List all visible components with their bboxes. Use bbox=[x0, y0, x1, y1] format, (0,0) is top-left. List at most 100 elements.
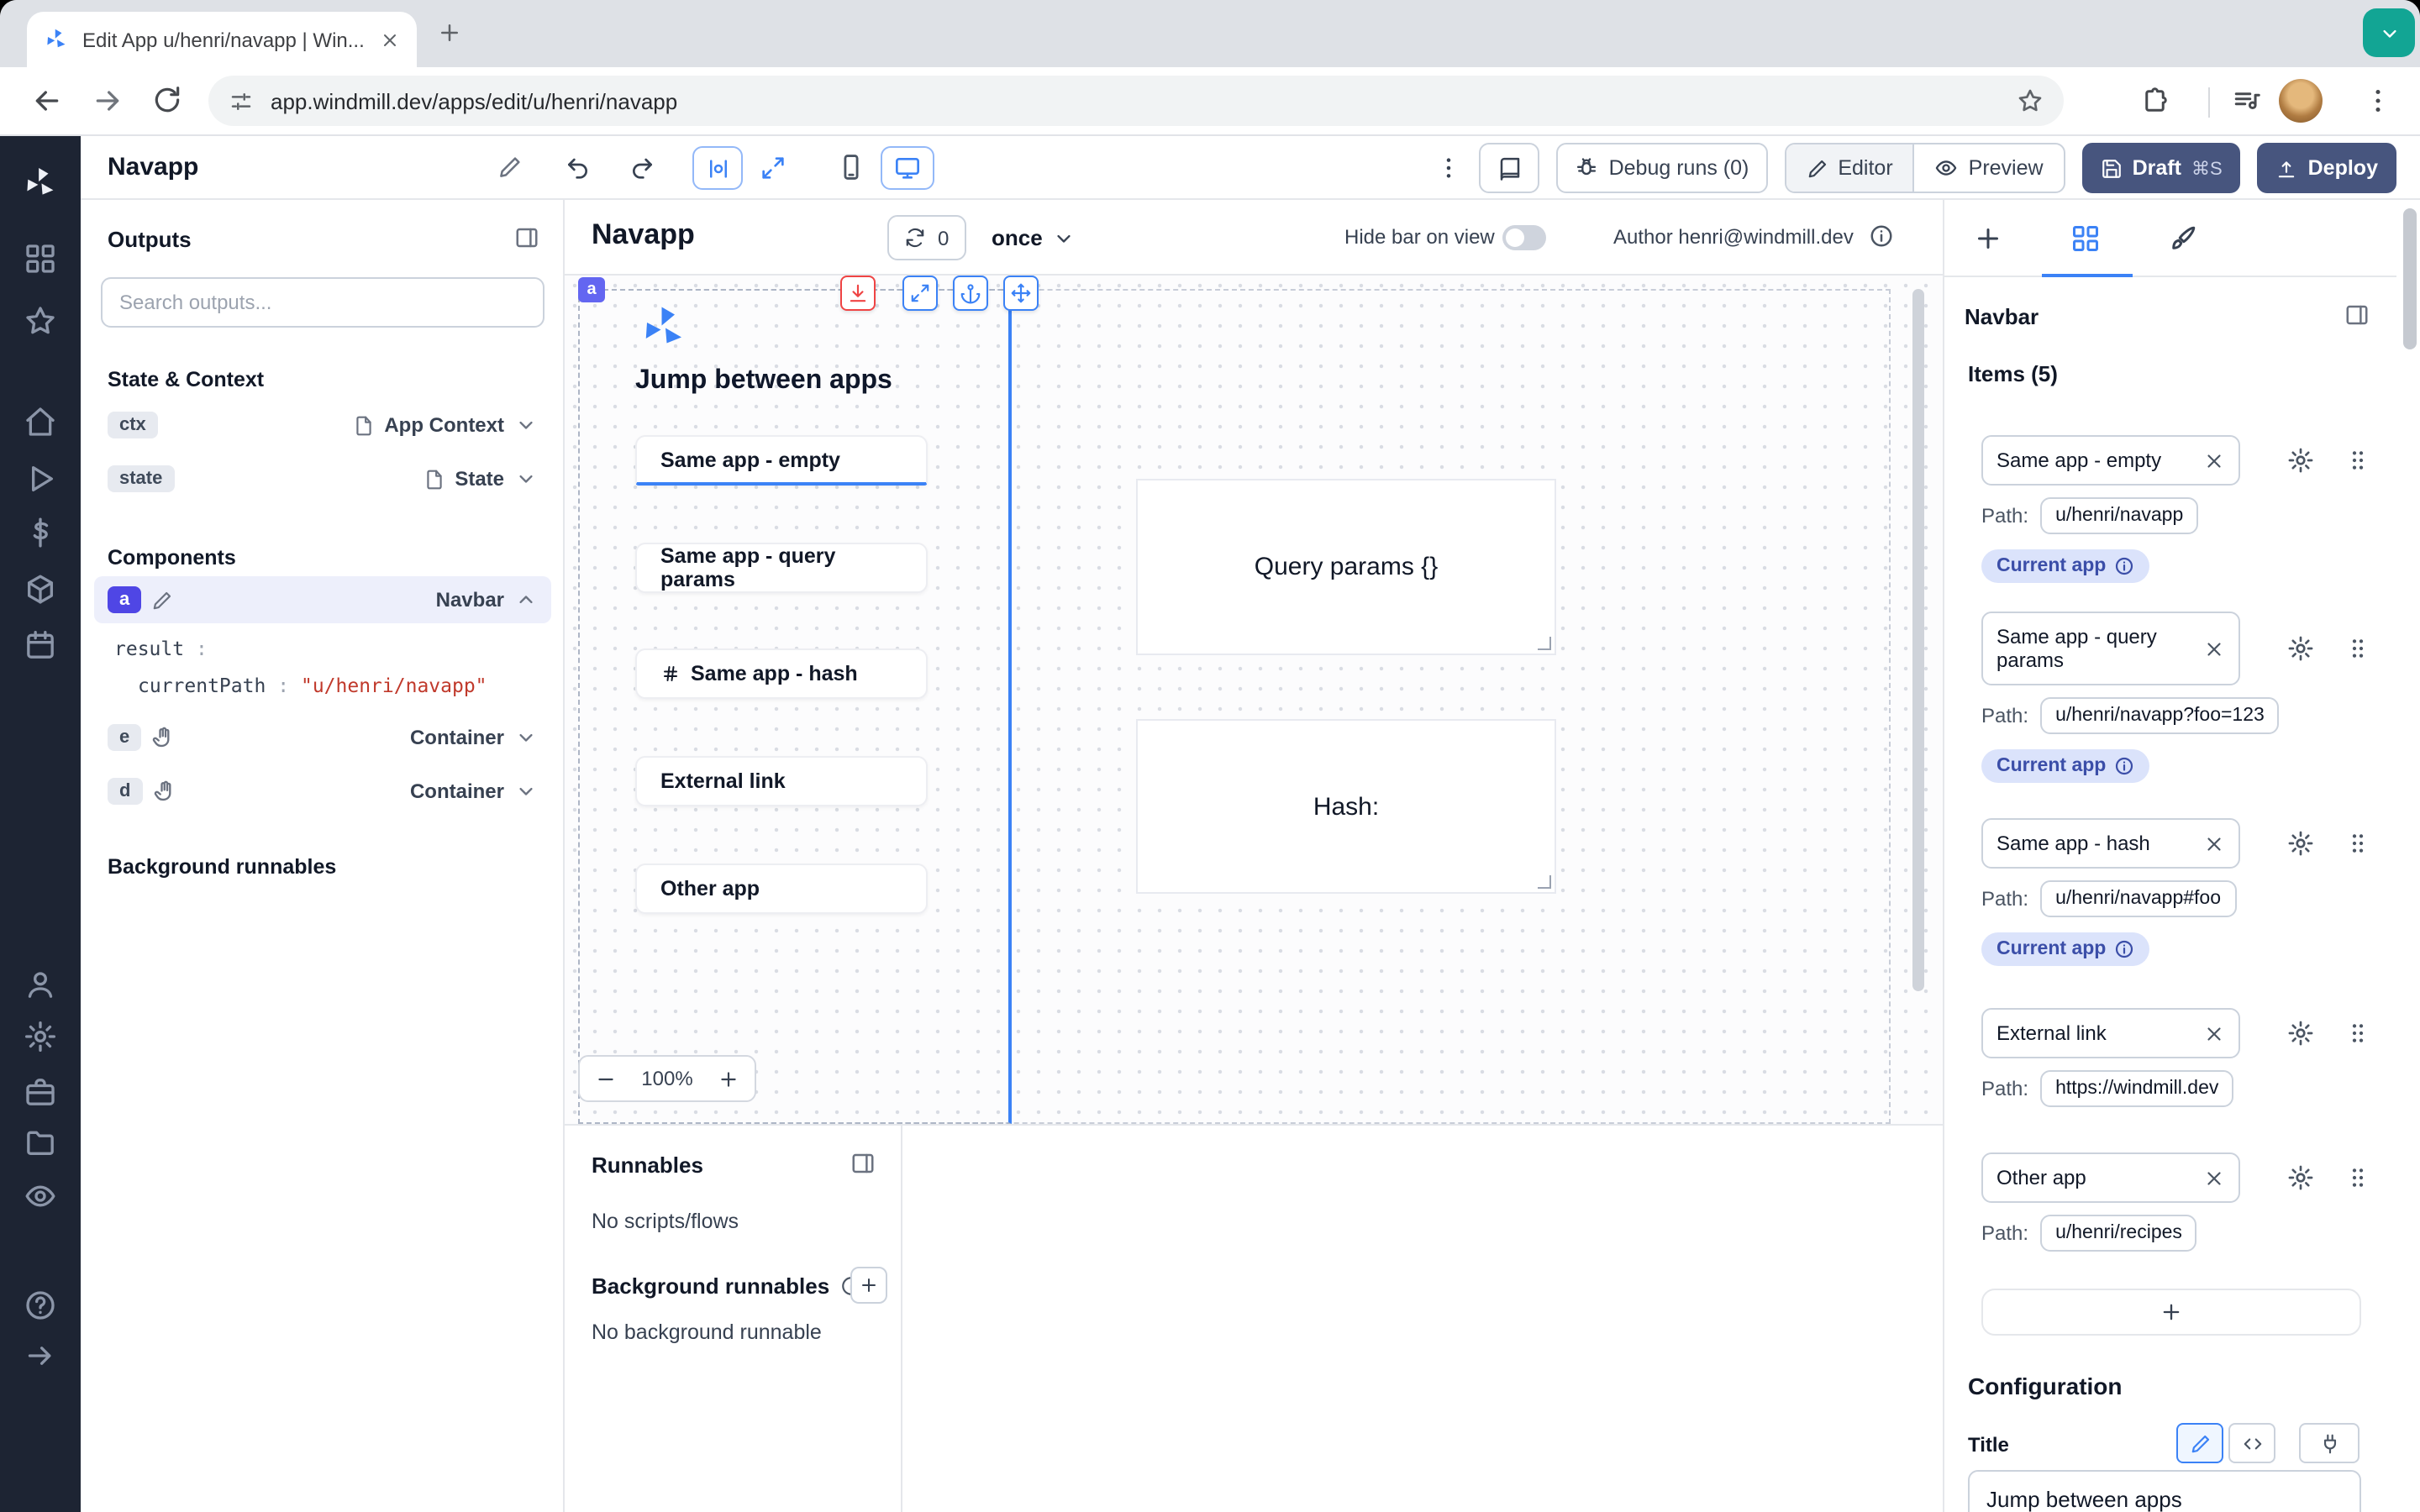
profile-avatar[interactable] bbox=[2279, 79, 2323, 123]
item-label-input[interactable]: Same app - query params bbox=[1981, 612, 2240, 685]
sidebar-item-help[interactable] bbox=[24, 1289, 57, 1322]
item-settings-icon[interactable] bbox=[2287, 830, 2314, 857]
edit-id-icon[interactable] bbox=[151, 589, 173, 611]
mobile-view-icon[interactable] bbox=[837, 153, 865, 181]
sidebar-item-users[interactable] bbox=[24, 968, 57, 1001]
nav-item-same-app-empty[interactable]: Same app - empty bbox=[635, 435, 928, 486]
tab-close-icon[interactable] bbox=[380, 29, 400, 50]
current-app-badge[interactable]: Current app bbox=[1981, 932, 2149, 966]
connect-mode-button[interactable] bbox=[2299, 1423, 2360, 1463]
remove-item-icon[interactable] bbox=[2203, 638, 2225, 659]
zoom-out-icon[interactable] bbox=[595, 1068, 617, 1089]
undo-icon[interactable] bbox=[565, 155, 592, 181]
forward-button[interactable] bbox=[91, 84, 124, 118]
chevron-down-icon[interactable] bbox=[514, 780, 538, 803]
static-value-mode-button[interactable] bbox=[2176, 1423, 2223, 1463]
title-field-input[interactable] bbox=[1968, 1470, 2361, 1512]
path-value[interactable]: u/henri/navapp?foo=123 bbox=[2040, 697, 2280, 734]
rename-app-icon[interactable] bbox=[497, 155, 523, 180]
fullscreen-component-handle[interactable] bbox=[902, 276, 938, 311]
chevron-down-icon[interactable] bbox=[514, 467, 538, 491]
centered-layout-toggle[interactable] bbox=[692, 146, 743, 190]
run-mode-dropdown[interactable]: once bbox=[992, 215, 1076, 260]
windmill-logo[interactable] bbox=[22, 165, 59, 202]
ctx-row[interactable]: ctx App Context bbox=[94, 402, 551, 449]
draft-button[interactable]: Draft ⌘S bbox=[2082, 143, 2241, 193]
add-background-runnable-button[interactable] bbox=[850, 1267, 887, 1304]
item-label-input[interactable]: Same app - hash bbox=[1981, 818, 2240, 869]
remove-item-icon[interactable] bbox=[2203, 1167, 2225, 1189]
bookmark-star-icon[interactable] bbox=[2017, 87, 2044, 114]
anchor-component-handle[interactable] bbox=[953, 276, 988, 311]
browser-tab[interactable]: Edit App u/henri/navapp | Win... bbox=[27, 12, 417, 67]
collapse-panel-icon[interactable] bbox=[850, 1151, 876, 1176]
redo-icon[interactable] bbox=[629, 155, 655, 181]
state-row[interactable]: state State bbox=[94, 455, 551, 502]
preview-tab[interactable]: Preview bbox=[1913, 144, 2064, 192]
page-scrollbar[interactable] bbox=[2403, 208, 2417, 349]
settings-tab[interactable] bbox=[2070, 223, 2101, 254]
drag-handle-icon[interactable] bbox=[2344, 830, 2371, 857]
sidebar-item-favorites[interactable] bbox=[24, 304, 57, 338]
header-menu-icon[interactable] bbox=[1436, 155, 1463, 181]
move-component-handle[interactable] bbox=[1003, 276, 1039, 311]
item-label-input[interactable]: Same app - empty bbox=[1981, 435, 2240, 486]
item-settings-icon[interactable] bbox=[2287, 1164, 2314, 1191]
path-value[interactable]: u/henri/navapp bbox=[2040, 497, 2198, 534]
sidebar-item-schedules[interactable] bbox=[24, 628, 57, 662]
new-tab-button[interactable] bbox=[437, 20, 462, 45]
sidebar-item-variables[interactable] bbox=[24, 516, 57, 549]
chevron-up-icon[interactable] bbox=[514, 588, 538, 612]
zoom-in-icon[interactable] bbox=[718, 1068, 739, 1089]
sidebar-item-audit[interactable] bbox=[24, 1179, 57, 1213]
drag-handle-icon[interactable] bbox=[2344, 447, 2371, 474]
editor-tab[interactable]: Editor bbox=[1786, 144, 1912, 192]
author-info-icon[interactable] bbox=[1869, 223, 1894, 249]
browser-extension-badge[interactable] bbox=[2363, 8, 2415, 57]
extensions-icon[interactable] bbox=[2141, 86, 2171, 116]
expression-mode-button[interactable] bbox=[2228, 1423, 2275, 1463]
remove-item-icon[interactable] bbox=[2203, 449, 2225, 471]
path-value[interactable]: u/henri/recipes bbox=[2040, 1215, 2197, 1252]
result-json-line[interactable]: result : bbox=[114, 637, 208, 660]
collapse-panel-icon[interactable] bbox=[2344, 302, 2370, 328]
docs-button[interactable] bbox=[1480, 143, 1540, 193]
item-label-input[interactable]: External link bbox=[1981, 1008, 2240, 1058]
drag-handle-icon[interactable] bbox=[2344, 1164, 2371, 1191]
current-app-badge[interactable]: Current app bbox=[1981, 749, 2149, 783]
path-value[interactable]: u/henri/navapp#foo bbox=[2040, 880, 2236, 917]
nav-item-other-app[interactable]: Other app bbox=[635, 864, 928, 914]
deploy-button[interactable]: Deploy bbox=[2258, 143, 2396, 193]
url-text[interactable]: app.windmill.dev/apps/edit/u/henri/navap… bbox=[271, 88, 677, 113]
fullscreen-icon[interactable] bbox=[760, 155, 786, 181]
nav-item-same-app-hash[interactable]: Same app - hash bbox=[635, 648, 928, 699]
drag-handle-icon[interactable] bbox=[2344, 1020, 2371, 1047]
insert-component-tab[interactable] bbox=[1973, 223, 2003, 254]
nav-item-same-app-query-params[interactable]: Same app - query params bbox=[635, 543, 928, 593]
item-label-input[interactable]: Other app bbox=[1981, 1152, 2240, 1203]
canvas-scrollbar[interactable] bbox=[1912, 289, 1924, 991]
media-queue-icon[interactable] bbox=[2232, 86, 2262, 116]
add-navbar-item-button[interactable] bbox=[1981, 1289, 2361, 1336]
remove-item-icon[interactable] bbox=[2203, 832, 2225, 854]
query-params-panel[interactable]: Query params {} bbox=[1136, 479, 1556, 655]
browser-menu-icon[interactable] bbox=[2363, 86, 2393, 116]
chevron-down-icon[interactable] bbox=[514, 413, 538, 437]
refresh-icon[interactable] bbox=[904, 227, 926, 249]
sidebar-item-settings[interactable] bbox=[24, 1020, 57, 1053]
hash-panel[interactable]: Hash: bbox=[1136, 719, 1556, 894]
back-button[interactable] bbox=[30, 84, 64, 118]
refresh-control[interactable]: 0 bbox=[887, 215, 965, 260]
sidebar-collapse-icon[interactable] bbox=[24, 1339, 57, 1373]
current-app-badge[interactable]: Current app bbox=[1981, 549, 2149, 583]
styling-tab[interactable] bbox=[2168, 223, 2198, 254]
component-row-container-e[interactable]: e Container bbox=[94, 714, 551, 761]
desktop-view-toggle[interactable] bbox=[881, 146, 934, 190]
app-canvas[interactable]: a Jump between apps Same app - empty Sam… bbox=[565, 276, 1943, 1124]
nav-item-external-link[interactable]: External link bbox=[635, 756, 928, 806]
debug-runs-button[interactable]: Debug runs (0) bbox=[1557, 143, 1768, 193]
item-settings-icon[interactable] bbox=[2287, 1020, 2314, 1047]
chevron-down-icon[interactable] bbox=[514, 726, 538, 749]
item-settings-icon[interactable] bbox=[2287, 447, 2314, 474]
reload-button[interactable] bbox=[151, 84, 183, 116]
